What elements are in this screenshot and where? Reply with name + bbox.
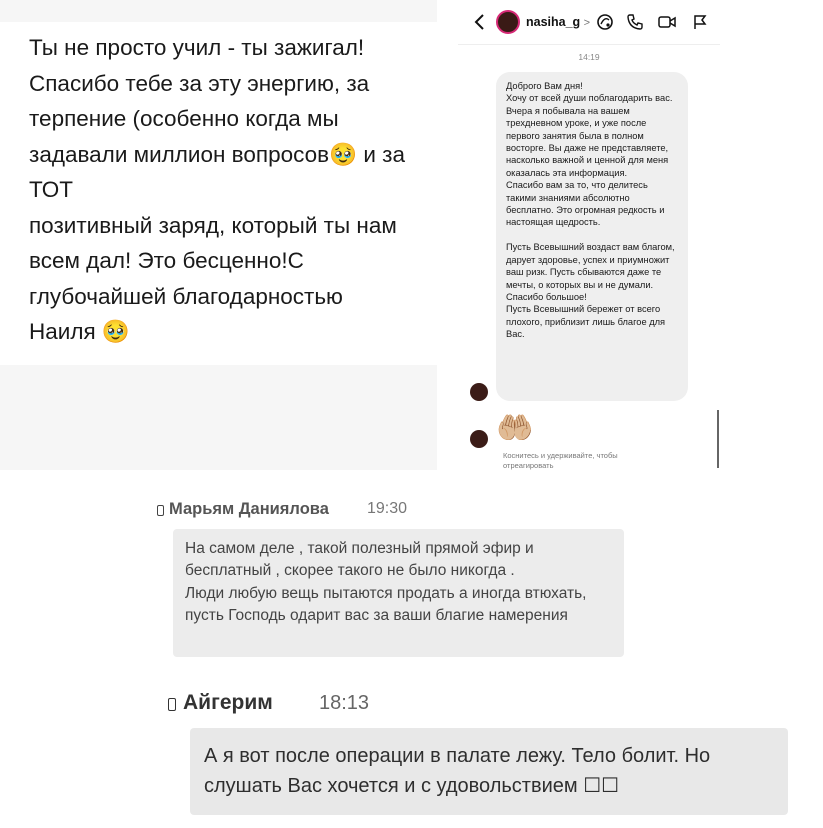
voice-chat-icon[interactable] bbox=[595, 12, 615, 32]
author-name: Марьям Даниялова bbox=[169, 500, 329, 518]
mobile-icon bbox=[168, 698, 176, 711]
scrollbar[interactable] bbox=[717, 410, 719, 468]
author-name: Айгерим bbox=[183, 691, 273, 714]
note-text: Ты не просто учил - ты зажигал! Спасибо … bbox=[29, 35, 405, 344]
username-text: nasiha_g bbox=[526, 15, 581, 29]
praying-hands-emoji[interactable]: 🤲🏼 bbox=[496, 414, 533, 444]
flag-icon[interactable] bbox=[690, 12, 710, 32]
username-link[interactable]: nasiha_g > bbox=[526, 15, 590, 29]
sender-avatar[interactable] bbox=[470, 430, 488, 448]
message-time: 18:13 bbox=[319, 692, 370, 714]
review-note: Ты не просто учил - ты зажигал! Спасибо … bbox=[0, 0, 437, 470]
chat-header: nasiha_g > bbox=[458, 0, 720, 45]
avatar[interactable] bbox=[496, 10, 520, 34]
note-bottom-strip bbox=[0, 365, 437, 470]
instagram-chat: nasiha_g > 14:19 Доброго Вам дня! Хочу о… bbox=[458, 0, 720, 470]
sender-avatar[interactable] bbox=[470, 383, 488, 401]
video-icon[interactable] bbox=[657, 12, 677, 32]
message-time: 19:30 bbox=[367, 500, 408, 517]
message-bubble: На самом деле , такой полезный прямой эф… bbox=[173, 529, 624, 657]
message-bubble[interactable]: Доброго Вам дня! Хочу от всей души побла… bbox=[496, 72, 688, 401]
message-timestamp: 14:19 bbox=[578, 52, 600, 62]
chevron-right-icon: > bbox=[583, 17, 591, 29]
react-hint: Коснитесь и удерживайте, чтобы отреагиро… bbox=[503, 451, 618, 470]
chat-message: Марьям Даниялова 19:30 На самом деле , т… bbox=[150, 492, 640, 662]
back-icon[interactable] bbox=[470, 12, 490, 32]
phone-icon[interactable] bbox=[625, 12, 645, 32]
note-top-strip bbox=[0, 0, 437, 22]
chat-message: Айгерим 18:13 А я вот после операции в п… bbox=[160, 680, 800, 825]
mobile-icon bbox=[157, 505, 164, 516]
message-bubble: А я вот после операции в палате лежу. Те… bbox=[190, 728, 788, 815]
